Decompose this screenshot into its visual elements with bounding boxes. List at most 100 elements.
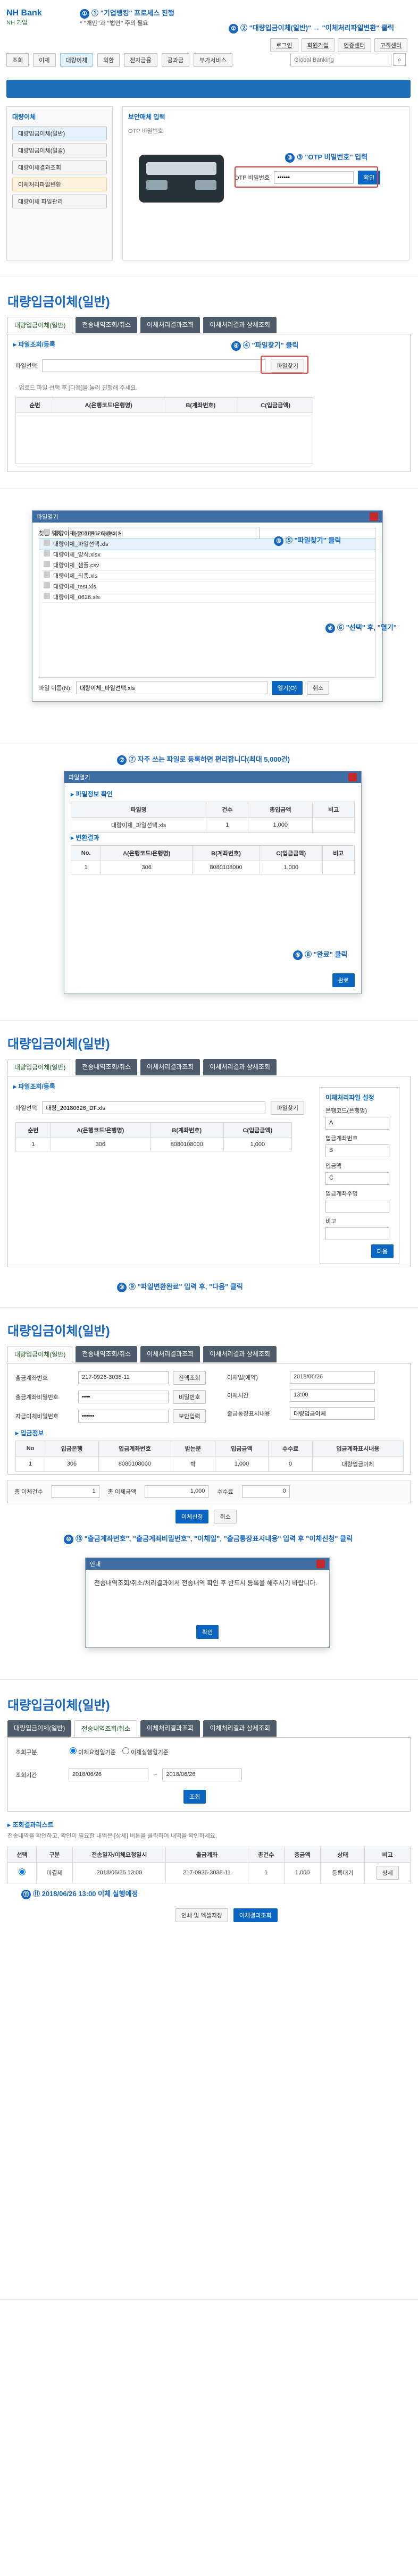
callout-9: ⑨⑨ "파일변환완료" 입력 후, "다음" 클릭 [117, 1281, 243, 1292]
sidebar-item-mass-batch[interactable]: 대량입금이체(일괄) [12, 144, 107, 157]
file-path-input[interactable] [42, 1101, 266, 1114]
date-select[interactable]: 2018/06/26 [290, 1371, 375, 1384]
top-link-login[interactable]: 로그인 [270, 38, 298, 52]
print-excel-button[interactable]: 인쇄 및 엑셀저장 [175, 1908, 228, 1922]
sidebar-item-results[interactable]: 대량이체결과조회 [12, 161, 107, 174]
radio-execute[interactable]: 이체실행일기준 [122, 1747, 169, 1756]
field-select[interactable]: A [325, 1117, 389, 1130]
password-pill[interactable]: 비밀번호 [173, 1390, 206, 1404]
close-icon[interactable] [370, 512, 378, 521]
file-item[interactable]: 대량이체_0626.xls [39, 592, 375, 603]
tab-mass-general[interactable]: 대량입금이체(일반) [7, 1720, 72, 1737]
field-select[interactable]: C [325, 1172, 389, 1185]
search-input[interactable] [290, 54, 391, 66]
count-value: 1 [51, 1485, 99, 1498]
file-find-button[interactable]: 파일찾기 [271, 1101, 304, 1115]
cell[interactable]: 상세 [364, 1862, 411, 1883]
transfer-info-panel: 출금계좌번호 217-0926-3038-11 잔액조회 출금계좌비밀번호 비밀… [7, 1363, 411, 1475]
col-header: 입금계좌표시내용 [312, 1441, 404, 1457]
file-icon [44, 593, 50, 599]
cell[interactable] [7, 1862, 37, 1883]
password-input[interactable] [78, 1391, 169, 1403]
close-icon[interactable] [316, 1560, 325, 1568]
tab-result[interactable]: 이체처리결과조회 [140, 1720, 200, 1737]
tab-result[interactable]: 이체처리결과조회 [140, 1346, 200, 1362]
col-header: A(은행코드/은행명) [54, 397, 164, 413]
close-icon[interactable] [348, 773, 357, 781]
tab-mass-general[interactable]: 대량입금이체(일반) [7, 1346, 73, 1362]
cancel-transfer-button[interactable]: 취소 [214, 1510, 237, 1523]
tab-sent-history[interactable]: 전송내역조회/취소 [74, 1720, 137, 1737]
search-actions: 조회 [183, 1790, 206, 1804]
tab-sent-history[interactable]: 전송내역조회/취소 [76, 317, 137, 333]
tab-result-detail[interactable]: 이체처리결과 상세조회 [203, 1720, 277, 1737]
menu-item[interactable]: 공과금 [161, 53, 190, 67]
tab-result[interactable]: 이체처리결과조회 [140, 317, 200, 333]
request-transfer-button[interactable]: 이체신청 [175, 1510, 209, 1523]
radio-input[interactable] [70, 1747, 77, 1754]
menu-item[interactable]: 조회 [6, 53, 29, 67]
file-path-input[interactable] [42, 359, 266, 372]
col-header: 비고 [322, 845, 355, 861]
radio-request[interactable]: 이체요청일기준 [70, 1747, 116, 1756]
col-header: No. [70, 845, 102, 861]
complete-button[interactable]: 완료 [332, 973, 355, 987]
tab-mass-general[interactable]: 대량입금이체(일반) [7, 1059, 73, 1075]
search-button[interactable]: 조회 [183, 1790, 206, 1804]
tab-sent-history[interactable]: 전송내역조회/취소 [76, 1346, 137, 1362]
callout-10: ⑩⑩ "출금계좌번호", "출금계좌비밀번호", "이체일", "출금통장표시내… [64, 1533, 353, 1544]
file-icon [44, 529, 50, 535]
modal-confirm-button[interactable]: 확인 [196, 1625, 219, 1639]
tab-result-detail[interactable]: 이체처리결과 상세조회 [203, 317, 277, 333]
row-select[interactable] [18, 1868, 26, 1875]
top-link-join[interactable]: 회원가입 [301, 38, 335, 52]
tab-mass-general[interactable]: 대량입금이체(일반) [7, 317, 73, 333]
cancel-button[interactable]: 취소 [307, 681, 330, 695]
callout-5: ⑤⑤ "파일찾기" 클릭 [274, 535, 341, 546]
tab-result-detail[interactable]: 이체처리결과 상세조회 [203, 1059, 277, 1075]
mass-transfer-step-2: 파일열기 찾는 위치: 바탕 화면 > 대량이체 대량이체_20180626.x… [0, 489, 418, 744]
field-select[interactable] [325, 1227, 389, 1240]
menu-item[interactable]: 부가서비스 [194, 53, 232, 67]
field-label: 입금액 [325, 1163, 342, 1169]
file-icon [44, 540, 50, 546]
account-select[interactable]: 217-0926-3038-11 [78, 1371, 169, 1384]
file-item[interactable]: 대량이체_최종.xls [39, 571, 375, 582]
menu-item[interactable]: 외환 [97, 53, 120, 67]
col-header: 입금계좌번호 [98, 1441, 172, 1457]
result-query-button[interactable]: 이체결과조회 [233, 1908, 278, 1922]
file-item[interactable]: 대량이체_양식.xlsx [39, 550, 375, 560]
next-button[interactable]: 다음 [371, 1244, 394, 1258]
field-label: 입금계좌번호 [325, 1135, 358, 1142]
sidebar-item-file-convert[interactable]: 이체처리파일변환 [12, 178, 107, 191]
memo-input[interactable] [290, 1407, 375, 1420]
main-menu: 조회 이체 대량이체 외환 전자금융 공과금 부가서비스 [6, 53, 232, 67]
detail-button[interactable]: 상세 [376, 1866, 399, 1880]
sidebar-item-mass-general[interactable]: 대량입금이체(일반) [12, 127, 107, 140]
balance-pill[interactable]: 잔액조회 [173, 1371, 206, 1385]
period-to[interactable]: 2018/06/26 [162, 1769, 243, 1781]
tab-sent-history[interactable]: 전송내역조회/취소 [76, 1059, 137, 1075]
top-link-cert[interactable]: 인증센터 [338, 38, 371, 52]
time-select[interactable]: 13:00 [290, 1389, 375, 1402]
sidebar-item-file-manage[interactable]: 대량이체 파일관리 [12, 195, 107, 208]
security-pill[interactable]: 보안입력 [173, 1409, 206, 1423]
field-select[interactable]: B [325, 1144, 389, 1157]
menu-item-mass-transfer[interactable]: 대량이체 [60, 53, 93, 67]
filename-input[interactable] [76, 681, 267, 694]
file-item[interactable]: 대량이체_test.xls [39, 582, 375, 592]
sidebar-title: 대량이체 [12, 113, 36, 121]
tab-result-detail[interactable]: 이체처리결과 상세조회 [203, 1346, 277, 1362]
tab-result[interactable]: 이체처리결과조회 [140, 1059, 200, 1075]
search-icon[interactable]: ⌕ [393, 53, 406, 66]
menu-item[interactable]: 이체 [33, 53, 56, 67]
period-from[interactable]: 2018/06/26 [69, 1769, 148, 1781]
transfer-password-input[interactable] [78, 1410, 169, 1422]
top-link-help[interactable]: 고객센터 [374, 38, 407, 52]
radio-input[interactable] [122, 1747, 129, 1754]
file-item[interactable]: 대량이체_샘플.csv [39, 560, 375, 571]
menu-item[interactable]: 전자금융 [124, 53, 157, 67]
field-row: 이체일(예약) 2018/06/26 [227, 1371, 403, 1384]
field-select[interactable] [325, 1200, 389, 1213]
open-button[interactable]: 열기(O) [271, 681, 303, 695]
